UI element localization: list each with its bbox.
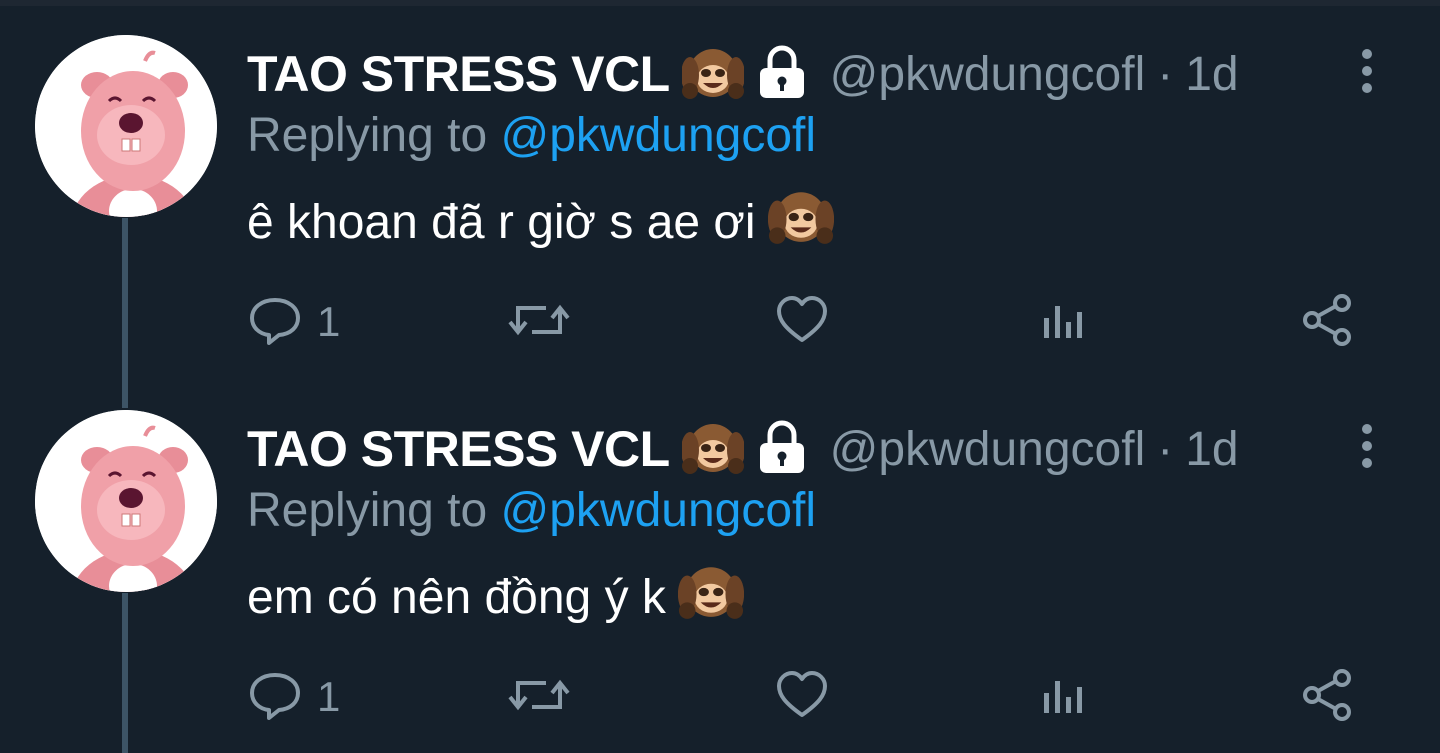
tweet-header: TAO STRESS VCL @pkwdungcofl · 1d <box>247 42 1239 106</box>
tweet[interactable]: TAO STRESS VCL @pkwdungcofl · 1d Replyin… <box>0 0 1440 408</box>
tweet-text-content: ê khoan đã r giờ s ae ơi <box>247 195 756 249</box>
retweet-button[interactable] <box>508 290 570 354</box>
replying-mention[interactable]: @pkwdungcofl <box>500 109 816 162</box>
tweet[interactable]: TAO STRESS VCL @pkwdungcofl · 1d Replyin… <box>0 375 1440 753</box>
separator-dot: · <box>1157 47 1174 101</box>
lock-icon <box>756 44 808 105</box>
tweet-header: TAO STRESS VCL @pkwdungcofl · 1d <box>247 417 1239 481</box>
monkey-emoji-icon <box>767 186 834 258</box>
kebab-menu-icon[interactable] <box>1352 421 1382 471</box>
monkey-emoji-icon <box>680 43 745 106</box>
display-name[interactable]: TAO STRESS VCL <box>247 45 670 103</box>
retweet-icon <box>508 667 570 728</box>
avatar[interactable] <box>35 35 217 217</box>
reply-icon <box>247 667 303 728</box>
retweet-icon <box>508 292 570 353</box>
replying-to: Replying to @pkwdungcofl <box>247 108 816 163</box>
tweet-actions: 1 <box>0 665 1440 729</box>
stats-icon <box>1040 296 1088 349</box>
replying-mention[interactable]: @pkwdungcofl <box>500 484 816 537</box>
user-handle[interactable]: @pkwdungcofl <box>830 47 1146 102</box>
separator-dot: · <box>1157 422 1174 476</box>
timestamp[interactable]: 1d <box>1185 47 1238 102</box>
share-icon <box>1300 293 1354 352</box>
share-icon <box>1300 668 1354 727</box>
monkey-emoji-icon <box>680 418 745 481</box>
reply-icon <box>247 292 303 353</box>
reply-count: 1 <box>317 673 341 720</box>
monkey-emoji-icon <box>677 561 745 633</box>
replying-to: Replying to @pkwdungcofl <box>247 483 816 538</box>
tweet-actions: 1 <box>0 290 1440 354</box>
timestamp[interactable]: 1d <box>1185 422 1238 477</box>
reply-button[interactable]: 1 <box>247 665 340 729</box>
share-button[interactable] <box>1300 290 1354 354</box>
lock-icon <box>756 419 808 480</box>
stats-icon <box>1040 671 1088 724</box>
replying-prefix: Replying to <box>247 484 488 537</box>
tweet-text: ê khoan đã r giờ s ae ơi <box>247 186 834 258</box>
stats-button[interactable] <box>1040 665 1088 729</box>
like-button[interactable] <box>775 290 829 354</box>
display-name[interactable]: TAO STRESS VCL <box>247 420 670 478</box>
reply-button[interactable]: 1 <box>247 290 340 354</box>
reply-count: 1 <box>317 298 341 345</box>
stats-button[interactable] <box>1040 290 1088 354</box>
like-button[interactable] <box>775 665 829 729</box>
share-button[interactable] <box>1300 665 1354 729</box>
replying-prefix: Replying to <box>247 109 488 162</box>
tweet-text-content: em có nên đồng ý k <box>247 570 666 624</box>
like-icon <box>775 294 829 351</box>
like-icon <box>775 669 829 726</box>
retweet-button[interactable] <box>508 665 570 729</box>
user-handle[interactable]: @pkwdungcofl <box>830 422 1146 477</box>
tweet-text: em có nên đồng ý k <box>247 561 745 633</box>
kebab-menu-icon[interactable] <box>1352 46 1382 96</box>
avatar[interactable] <box>35 410 217 592</box>
